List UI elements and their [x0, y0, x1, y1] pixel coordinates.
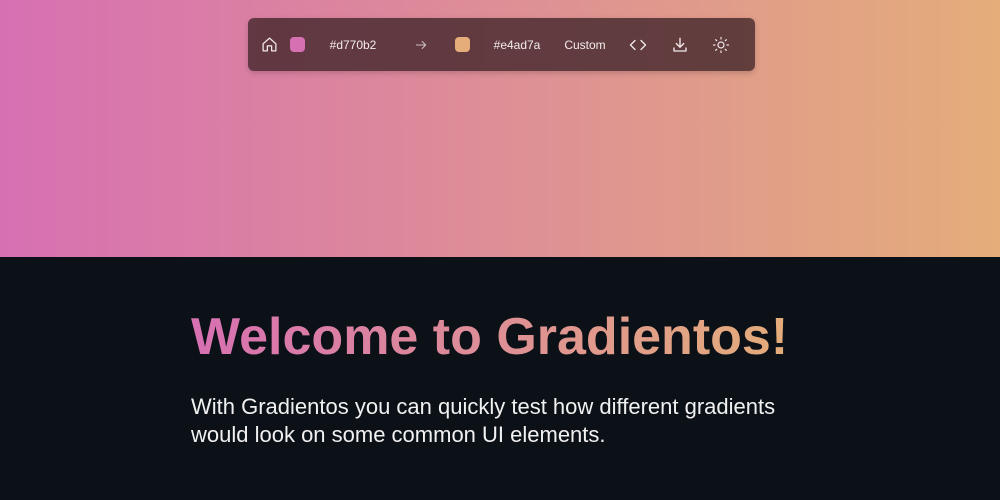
arrow-right-icon [415, 40, 427, 49]
code-button[interactable] [627, 18, 649, 71]
theme-toggle-button[interactable] [710, 18, 732, 71]
gradient-toolbar: #d770b2 #e4ad7a Custom [248, 18, 755, 71]
home-icon [261, 37, 277, 52]
main-content [0, 257, 1000, 500]
page-title: Welcome to Gradientos! [191, 308, 789, 366]
start-color-value[interactable]: #d770b2 [320, 18, 386, 71]
direction-select[interactable]: Custom [560, 18, 610, 71]
download-icon [673, 37, 687, 52]
sun-icon [712, 36, 730, 53]
end-color-swatch[interactable] [453, 18, 471, 71]
start-color-swatch[interactable] [288, 18, 306, 71]
end-color-value[interactable]: #e4ad7a [486, 18, 548, 71]
code-icon [629, 39, 647, 50]
swap-direction-button[interactable] [411, 18, 431, 71]
page-description: With Gradientos you can quickly test how… [191, 394, 776, 447]
start-color-chip [289, 37, 305, 52]
download-button[interactable] [669, 18, 691, 71]
home-button[interactable] [258, 18, 280, 71]
end-color-chip [454, 37, 470, 52]
